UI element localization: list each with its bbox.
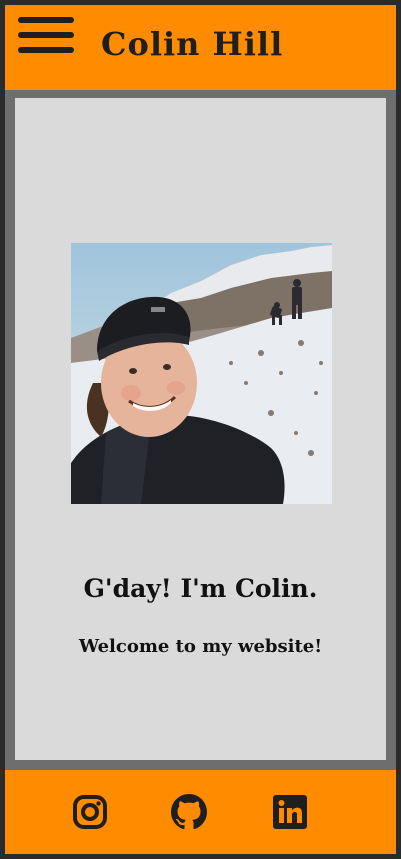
github-icon[interactable] [171,794,207,830]
hamburger-menu-icon[interactable] [18,17,74,55]
site-header: Colin Hill [5,5,396,90]
site-footer [5,770,396,854]
site-title[interactable]: Colin Hill [101,25,283,63]
profile-photo [71,243,332,504]
content-border: G'day! I'm Colin. Welcome to my website! [5,90,396,770]
welcome-text: Welcome to my website! [78,636,323,657]
linkedin-icon[interactable] [272,794,308,830]
greeting-heading: G'day! I'm Colin. [83,574,318,603]
menu-bar [18,17,74,23]
menu-bar [18,32,74,38]
main-content: G'day! I'm Colin. Welcome to my website! [15,98,386,760]
menu-bar [18,47,74,53]
instagram-icon[interactable] [72,794,108,830]
